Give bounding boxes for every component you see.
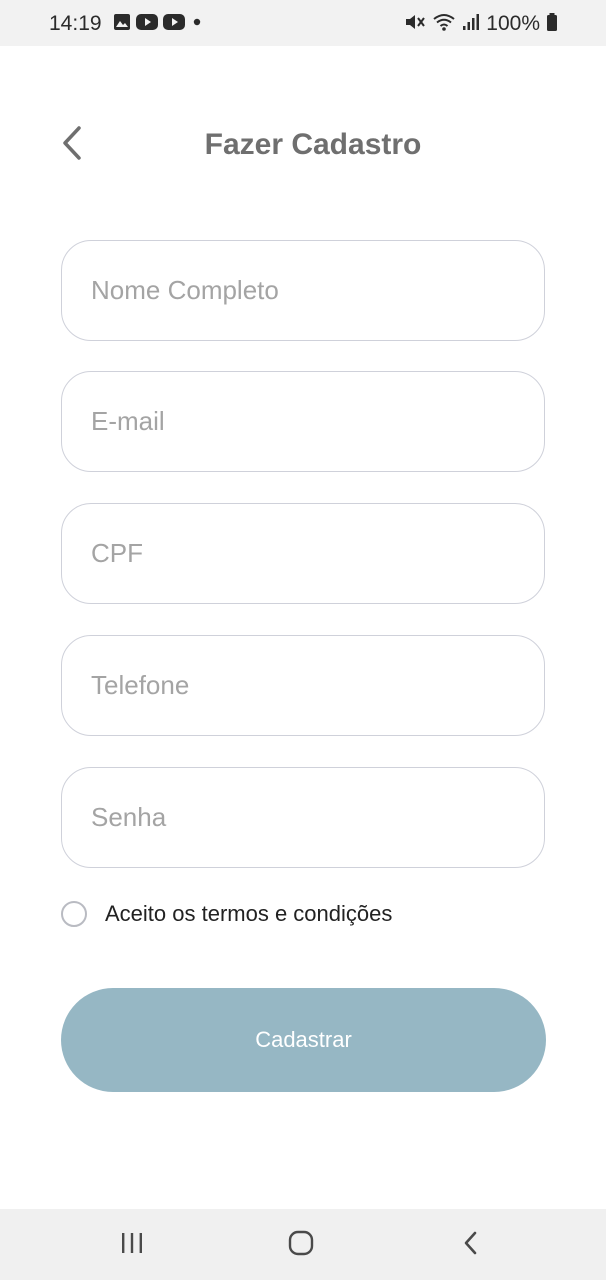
mute-icon <box>404 12 426 37</box>
wifi-icon <box>432 12 456 37</box>
status-time: 14:19 <box>49 12 102 35</box>
home-icon <box>288 1230 314 1261</box>
terms-label: Aceito os termos e condições <box>105 901 393 926</box>
status-bar: 14:19 100% <box>0 0 606 46</box>
home-button[interactable] <box>281 1227 321 1263</box>
back-icon <box>462 1230 480 1261</box>
dot-icon <box>190 13 204 36</box>
full-name-input[interactable] <box>61 240 545 341</box>
cpf-input[interactable] <box>61 503 545 604</box>
youtube-icon <box>163 13 185 36</box>
image-icon <box>113 13 131 36</box>
register-button[interactable]: Cadastrar <box>61 988 546 1092</box>
battery-icon <box>546 12 558 37</box>
status-system-icons: 100% <box>404 11 558 37</box>
signal-icon <box>462 12 480 37</box>
status-notification-icons <box>113 13 204 36</box>
navigation-bar <box>0 1209 606 1280</box>
phone-input[interactable] <box>61 635 545 736</box>
password-input[interactable] <box>61 767 545 868</box>
youtube-icon <box>136 13 158 36</box>
recent-apps-icon <box>119 1231 145 1260</box>
email-input[interactable] <box>61 371 545 472</box>
battery-level: 100% <box>486 12 540 35</box>
terms-row[interactable]: Aceito os termos e condições <box>61 899 392 929</box>
recent-apps-button[interactable] <box>112 1227 152 1263</box>
page-title: Fazer Cadastro <box>204 128 422 161</box>
nav-back-button[interactable] <box>451 1227 491 1263</box>
terms-radio[interactable] <box>61 901 87 927</box>
